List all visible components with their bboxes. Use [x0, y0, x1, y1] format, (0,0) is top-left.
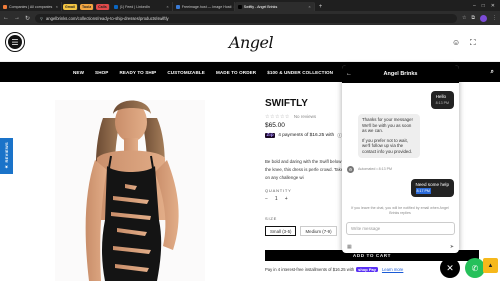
bot-avatar-icon: ⚙	[347, 166, 354, 173]
back-icon[interactable]: ←	[3, 15, 9, 21]
decrement-button[interactable]: −	[265, 196, 268, 202]
new-tab-icon[interactable]: +	[315, 2, 327, 11]
browser-tab-strip: Companies | All companies × Gmail Toolz Call…	[0, 0, 500, 11]
close-chat-button[interactable]: ✕	[440, 258, 460, 278]
shoppay-logo: shop Pay	[356, 267, 378, 272]
chat-title: Angel Brinks	[383, 71, 418, 77]
review-count: No reviews	[293, 114, 317, 119]
minimize-icon[interactable]: –	[473, 3, 476, 9]
whatsapp-button[interactable]: ✆	[465, 258, 485, 278]
forward-icon[interactable]: →	[14, 15, 20, 21]
extensions-icon[interactable]: ⧉	[471, 15, 475, 21]
close-window-icon[interactable]: ✕	[491, 3, 495, 9]
browser-tab[interactable]: Toolz	[80, 3, 95, 10]
chat-message-bot: Thanks for your message! We'll be with y…	[358, 114, 420, 158]
favicon-icon	[3, 4, 7, 9]
message-time: Automated • 8:13 PM	[358, 167, 393, 171]
chat-message-user: Need some help 8:17 PM	[410, 179, 454, 197]
user-icon[interactable]: ☺	[452, 38, 460, 47]
product-price: $65.00	[265, 122, 285, 129]
message-time: 8:17 PM	[415, 188, 431, 194]
browser-toolbar: ← → ↻ ⚲ angelbrinks.com/collections/read…	[0, 11, 500, 25]
close-tab-icon[interactable]: ×	[308, 4, 310, 9]
size-options: Small (3-5) Medium (7-9)	[265, 226, 337, 236]
rating-stars[interactable]: ☆☆☆☆☆ No reviews	[265, 114, 316, 120]
nav-item[interactable]: $100 & UNDER COLLECTION	[267, 70, 333, 75]
quantity-stepper: − 1 +	[265, 196, 288, 202]
search-icon[interactable]: ⌕	[491, 69, 500, 76]
quantity-label: QUANTITY	[265, 188, 292, 193]
site-header: ☰ Angel Brinks ☺ ⛶	[0, 25, 500, 78]
site-info-icon[interactable]: ⚲	[40, 16, 43, 21]
chat-toolbar: ▦ ➤	[347, 244, 454, 250]
size-option-small[interactable]: Small (3-5)	[265, 226, 297, 236]
favicon-icon	[237, 4, 242, 9]
url-text: angelbrinks.com/collections/ready-to-shi…	[45, 15, 169, 21]
favicon-icon	[113, 4, 118, 9]
nav-item[interactable]: SHOP	[95, 70, 108, 75]
size-label: SIZE	[265, 216, 278, 221]
nav-item[interactable]: READY TO SHIP	[119, 70, 156, 75]
browser-tab[interactable]: Calls	[96, 3, 110, 10]
send-icon[interactable]: ➤	[450, 244, 454, 250]
zip-logo: Zip	[265, 133, 276, 138]
browser-tab[interactable]: (1) Feed | LinkedIn ×	[111, 2, 173, 11]
browser-tab[interactable]: Companies | All companies ×	[0, 2, 62, 11]
accessibility-button[interactable]: ▲	[483, 258, 498, 273]
stars-icon: ☆☆☆☆☆	[265, 114, 290, 120]
bag-icon[interactable]: ⛶	[470, 38, 476, 48]
product-image[interactable]	[55, 100, 205, 281]
increment-button[interactable]: +	[285, 196, 288, 202]
nav-item[interactable]: MADE TO ORDER	[216, 70, 256, 75]
chat-message-user: Hello 8:13 PM	[430, 91, 454, 109]
address-bar[interactable]: ⚲ angelbrinks.com/collections/ready-to-s…	[35, 13, 457, 23]
maximize-icon[interactable]: □	[482, 3, 485, 9]
close-icon: ✕	[446, 262, 454, 273]
browser-tab[interactable]: Swiftly - Angel Brinks ×	[234, 2, 315, 11]
chat-widget: ← Angel Brinks Hello 8:13 PM Thanks for …	[342, 65, 459, 253]
close-tab-icon[interactable]: ×	[166, 4, 168, 9]
nav-item[interactable]: CUSTOMIZABLE	[167, 70, 205, 75]
site-logo[interactable]: Angel Brinks	[205, 30, 297, 78]
attachment-icon[interactable]: ▦	[347, 244, 352, 250]
favicon-icon	[175, 4, 180, 9]
chat-header: ← Angel Brinks	[342, 65, 459, 83]
whatsapp-icon: ✆	[471, 263, 479, 273]
browser-tab[interactable]: Freeimage.host — Image Hosti×	[173, 2, 235, 11]
reviews-side-tab[interactable]: ★ REVIEWS	[0, 138, 13, 174]
zip-installments: Zip 4 payments of $16.25 with ⓘ	[265, 132, 342, 139]
product-description: Be bold and daring with the Swifl below …	[265, 159, 344, 180]
window-controls: – □ ✕	[468, 0, 500, 11]
size-option-medium[interactable]: Medium (7-9)	[300, 226, 337, 236]
browser-tab[interactable]: Gmail	[63, 3, 78, 10]
close-tab-icon[interactable]: ×	[56, 4, 58, 9]
bookmark-star-icon[interactable]: ☆	[462, 15, 466, 21]
accessibility-icon: ▲	[487, 262, 494, 269]
shoppay-installments: Pay in 4 interest-free installments of $…	[265, 267, 403, 272]
learn-more-link[interactable]: Learn more	[382, 267, 403, 272]
reload-icon[interactable]: ↻	[25, 15, 30, 22]
message-time: 8:13 PM	[435, 101, 449, 105]
product-title: SWIFTLY	[265, 98, 308, 109]
zip-text: 4 payments of $16.25 with	[278, 133, 335, 138]
chat-message-input[interactable]: Write message	[346, 222, 455, 235]
quantity-value[interactable]: 1	[275, 196, 278, 202]
chat-notice: If you leave the chat, you will be notif…	[351, 206, 449, 215]
browser-menu-icon[interactable]: ⋮	[492, 15, 497, 21]
shoppay-text: Pay in 4 interest-free installments of $…	[265, 267, 355, 272]
menu-icon[interactable]: ☰	[5, 32, 25, 52]
profile-avatar[interactable]	[480, 14, 487, 22]
nav-item[interactable]: NEW	[73, 70, 84, 75]
model-photo-illustration	[85, 100, 179, 281]
